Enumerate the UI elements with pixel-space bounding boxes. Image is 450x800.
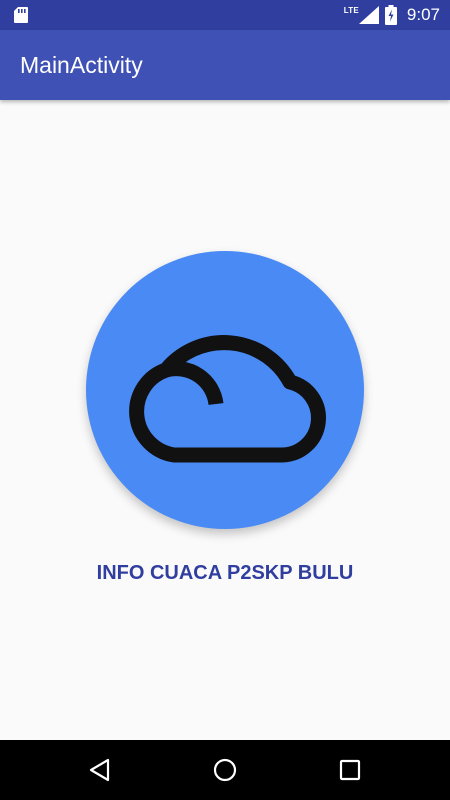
cloud-icon <box>129 335 326 463</box>
recents-icon[interactable] <box>336 756 364 784</box>
lte-label: LTE <box>343 5 359 15</box>
weather-logo <box>86 251 364 529</box>
app-bar: MainActivity <box>0 30 450 100</box>
home-icon[interactable] <box>211 756 239 784</box>
navigation-bar <box>0 740 450 800</box>
lte-signal-icon <box>358 6 379 24</box>
battery-charging-icon <box>384 5 397 25</box>
status-bar: LTE 9:07 <box>0 0 450 30</box>
sd-card-icon <box>14 7 28 23</box>
back-icon[interactable] <box>86 756 114 784</box>
info-title: INFO CUACA P2SKP BULU <box>96 562 354 584</box>
app-title: MainActivity <box>20 51 143 78</box>
status-icons: LTE 9:07 <box>344 0 440 30</box>
status-clock: 9:07 <box>406 5 440 24</box>
